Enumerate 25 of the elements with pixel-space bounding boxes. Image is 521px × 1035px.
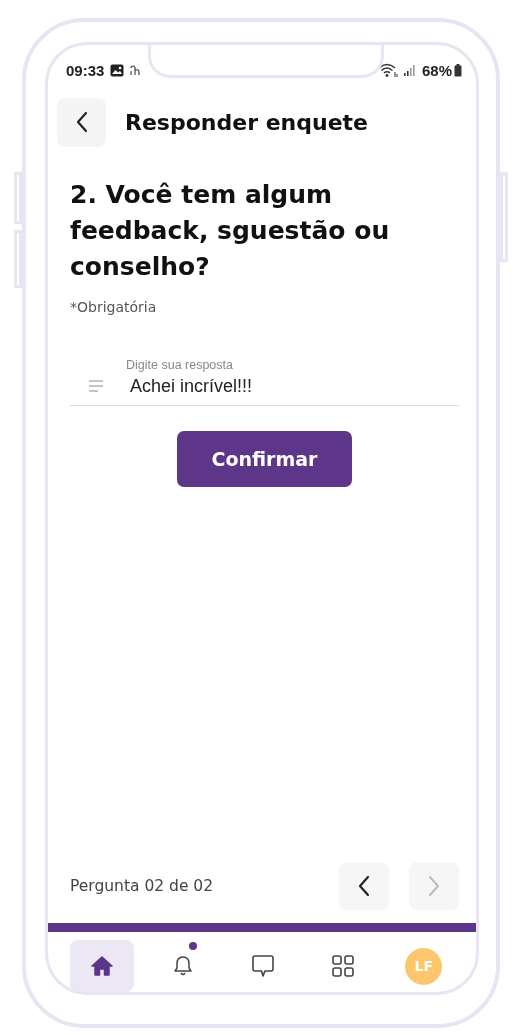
signal-icon — [403, 64, 416, 76]
confirm-button[interactable]: Confirmar — [177, 431, 352, 487]
required-note: *Obrigatória — [70, 298, 158, 317]
home-icon — [91, 956, 114, 976]
clock-time: 09:33 — [66, 61, 105, 79]
chevron-left-icon — [74, 111, 89, 133]
battery-level: 68% — [421, 61, 452, 79]
home-tab[interactable] — [70, 940, 135, 992]
notification-icon — [130, 64, 141, 76]
chevron-right-icon — [427, 875, 441, 897]
page-title: Responder enquete — [125, 109, 368, 135]
answer-input[interactable]: Achei incrível!!! — [130, 373, 459, 399]
chevron-left-icon — [357, 875, 371, 897]
field-label: Digite sua resposta — [126, 357, 234, 373]
bell-icon — [172, 955, 193, 977]
previous-button[interactable] — [339, 862, 389, 910]
answer-field[interactable]: Digite sua resposta Achei incrível!!! — [70, 357, 459, 406]
grid-icon — [332, 955, 355, 977]
back-button[interactable] — [57, 97, 106, 147]
text-lines-icon — [88, 380, 104, 392]
chat-bubble-icon — [250, 954, 275, 978]
question-title: 2. Você tem algum feedback, sguestão ou conselho? — [70, 179, 391, 283]
avatar-initials: LF — [405, 947, 443, 985]
battery-icon — [454, 63, 462, 77]
image-icon — [110, 63, 125, 77]
